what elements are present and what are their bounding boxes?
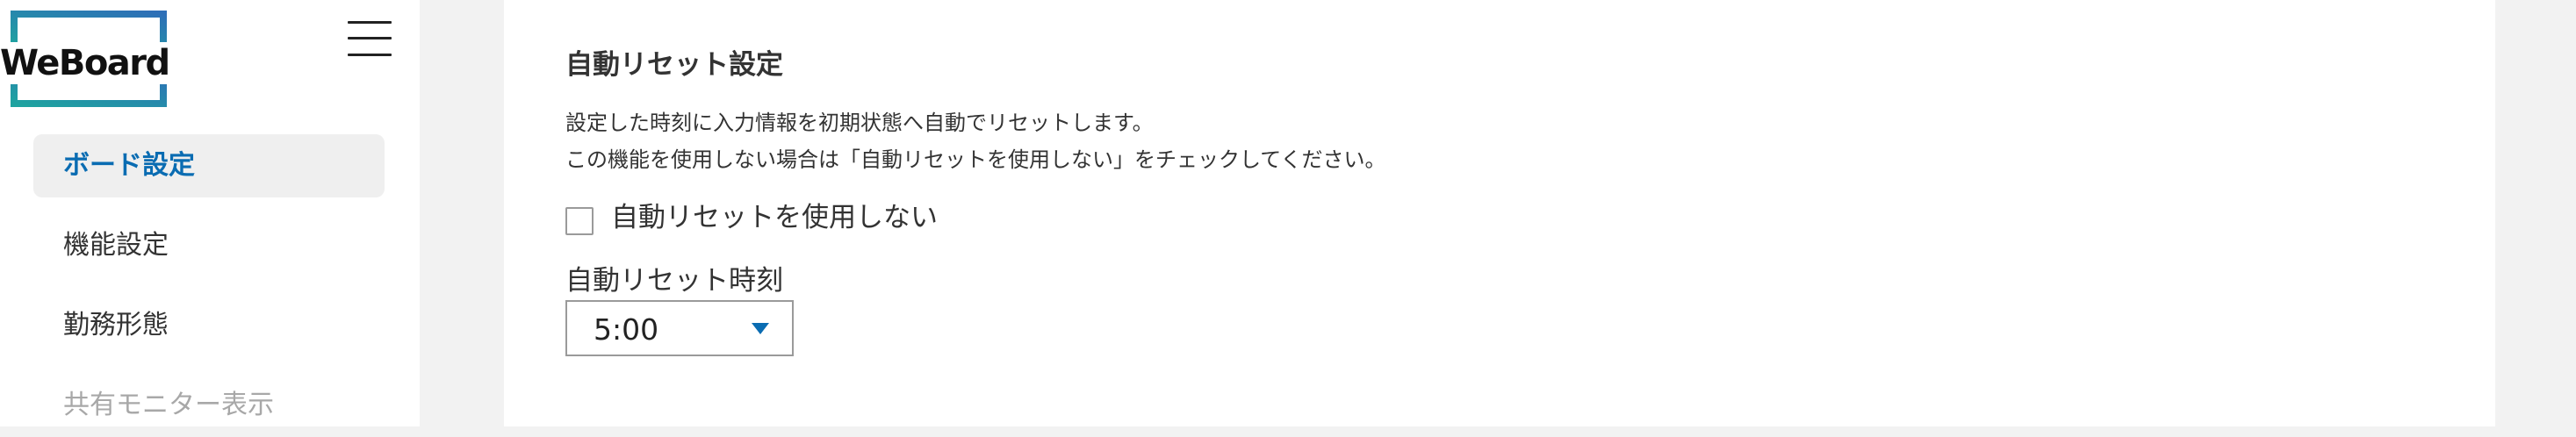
sidebar-item-board-settings[interactable]: ボード設定 bbox=[33, 134, 385, 197]
reset-time-value: 5:00 bbox=[594, 312, 659, 347]
hamburger-menu-icon[interactable] bbox=[348, 19, 392, 60]
caret-down-icon bbox=[752, 323, 769, 334]
logo-text: WeBoard bbox=[0, 42, 171, 84]
reset-time-label: 自動リセット時刻 bbox=[565, 265, 783, 297]
checkbox-label[interactable]: 自動リセットを使用しない bbox=[611, 195, 938, 234]
weboard-logo[interactable]: WeBoard bbox=[0, 11, 176, 107]
sidebar-item-label: 共有モニター表示 bbox=[63, 390, 274, 420]
sidebar-item-label: ボード設定 bbox=[63, 150, 195, 181]
settings-card: 自動リセット設定 設定した時刻に入力情報を初期状態へ自動でリセットします。 この… bbox=[504, 0, 2495, 426]
sidebar-item-shared-monitor[interactable]: 共有モニター表示 bbox=[33, 374, 385, 437]
sidebar: WeBoard ボード設定 機能設定 勤務形態 共有モニター表示 bbox=[0, 0, 420, 426]
section-title: 自動リセット設定 bbox=[565, 49, 783, 81]
disable-auto-reset-checkbox[interactable] bbox=[565, 207, 594, 235]
sidebar-item-label: 機能設定 bbox=[63, 230, 169, 261]
reset-time-select[interactable]: 5:00 bbox=[565, 300, 794, 356]
description-line-2: この機能を使用しない場合は「自動リセットを使用しない」をチェックしてください。 bbox=[565, 147, 1386, 172]
sidebar-item-work-styles[interactable]: 勤務形態 bbox=[33, 294, 385, 357]
sidebar-item-feature-settings[interactable]: 機能設定 bbox=[33, 214, 385, 277]
sidebar-item-label: 勤務形態 bbox=[63, 310, 169, 340]
description-line-1: 設定した時刻に入力情報を初期状態へ自動でリセットします。 bbox=[565, 111, 1154, 135]
